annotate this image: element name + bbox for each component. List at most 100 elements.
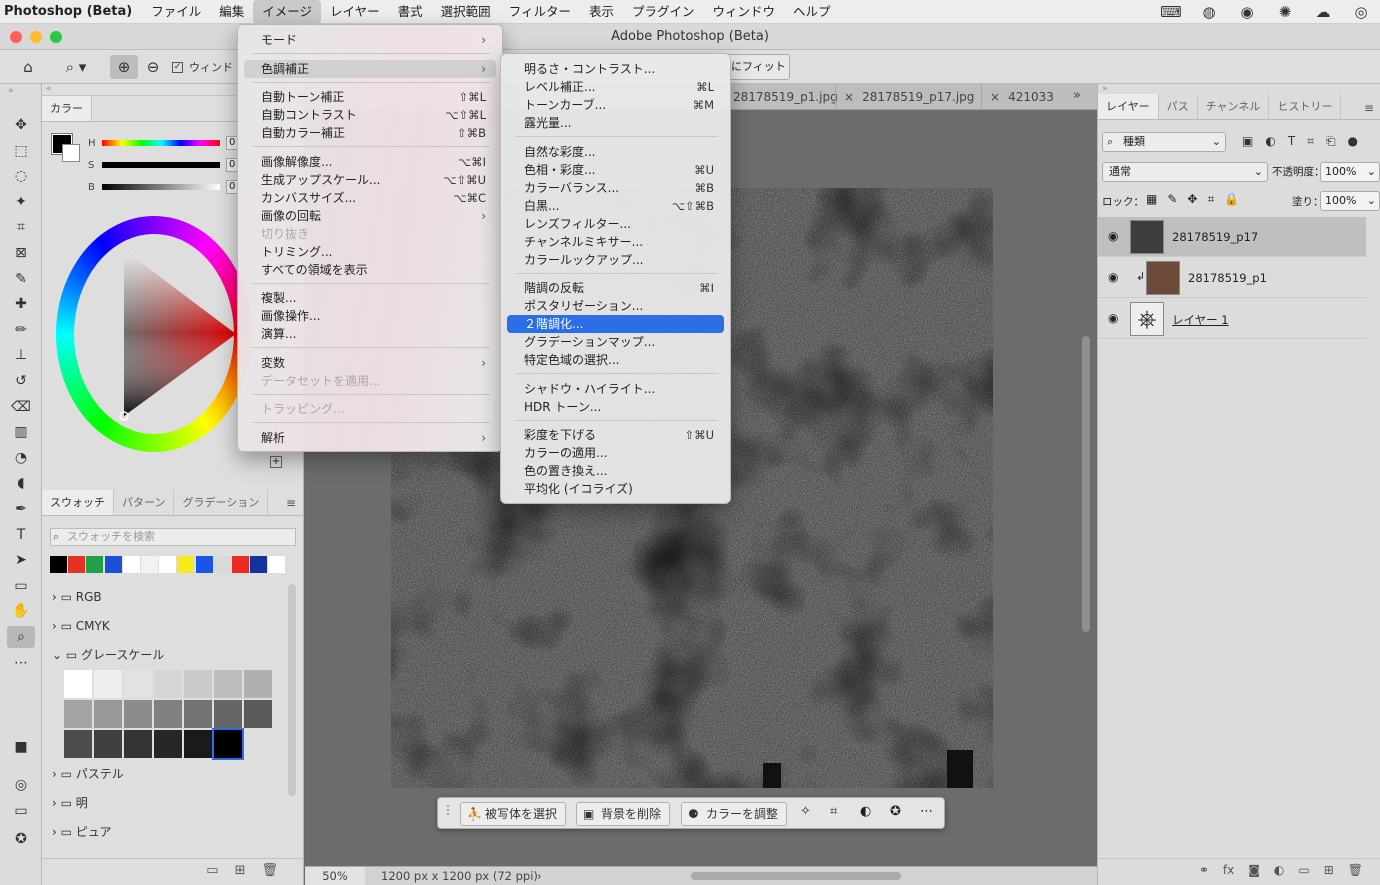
menu-item[interactable]: グラデーションマップ... xyxy=(507,333,724,351)
more-tools-icon[interactable]: ⋯ xyxy=(7,652,35,674)
menu-item[interactable]: トーンカーブ... ⌘M xyxy=(507,96,724,114)
swatch-scrollbar[interactable] xyxy=(288,584,296,796)
menubar-item[interactable]: フィルター xyxy=(500,0,580,24)
menu-item[interactable]: 明るさ・コントラスト... xyxy=(507,60,724,78)
select-subject-button[interactable]: ⛹ 被写体を選択 xyxy=(460,802,567,826)
menubar-item[interactable]: 編集 xyxy=(210,0,253,24)
menu-item[interactable]: 生成アップスケール... ⌥⇧⌘U xyxy=(244,171,496,189)
menu-item[interactable]: 複製... xyxy=(244,289,496,307)
menubar-item[interactable]: 選択範囲 xyxy=(432,0,500,24)
menu-item[interactable]: 白黒... ⌥⇧⌘B xyxy=(507,197,724,215)
swatch[interactable] xyxy=(50,556,67,573)
swatch-group[interactable]: › ▭ RGB xyxy=(52,587,102,607)
screen-mode-icon[interactable]: ▭ xyxy=(7,800,35,822)
gray-swatch[interactable] xyxy=(214,700,242,728)
control-icon[interactable]: ◎ xyxy=(1342,3,1380,21)
menu-item[interactable]: カラールックアップ... xyxy=(507,251,724,269)
menu-item[interactable]: 特定色域の選択... xyxy=(507,351,724,369)
layer-name[interactable]: 28178519_p17 xyxy=(1172,230,1258,244)
color-slider[interactable] xyxy=(102,140,220,146)
collapse-icon[interactable]: » xyxy=(0,84,41,98)
chevron-right-icon[interactable]: › xyxy=(52,767,61,781)
swatch-group[interactable]: › ▭ ピュア xyxy=(52,822,112,842)
layer-name[interactable]: 28178519_p1 xyxy=(1188,271,1267,285)
rectangle-tool-icon[interactable]: ▭ xyxy=(7,575,35,597)
chevron-right-icon[interactable]: › xyxy=(52,590,61,604)
layer-name[interactable]: レイヤー 1 xyxy=(1172,312,1229,328)
swatch[interactable] xyxy=(250,556,268,573)
dodge-tool-icon[interactable]: ◖ xyxy=(7,472,35,494)
gray-swatch[interactable] xyxy=(184,730,212,758)
adjustment-layer-icon[interactable]: ◐ xyxy=(1274,863,1284,885)
more-tabs-icon[interactable]: » xyxy=(1073,88,1081,103)
new-layer-icon[interactable]: ⊞ xyxy=(1324,863,1334,885)
magic-wand-icon[interactable]: ✦ xyxy=(7,191,35,213)
fg-color-icon[interactable]: ■ xyxy=(7,736,35,758)
clone-stamp-icon[interactable]: ⊥ xyxy=(7,344,35,366)
gray-swatch[interactable] xyxy=(184,700,212,728)
layer-row[interactable]: ◉ ⎈ レイヤー 1 xyxy=(1098,299,1366,339)
fill-input[interactable]: 100% ⌄ xyxy=(1320,191,1380,211)
shape-filter-icon[interactable]: ⌗ xyxy=(1307,134,1314,149)
tab-swatches[interactable]: スウォッチ xyxy=(42,490,114,515)
magic-icon[interactable]: ✧ xyxy=(800,804,811,819)
zoom-out-icon[interactable]: ⊖ xyxy=(139,55,167,79)
zoom-tool-icon[interactable]: ⌕ xyxy=(7,626,35,648)
chevron-right-icon[interactable]: › xyxy=(52,619,61,633)
swatch-group[interactable]: ⌄ ▭ グレースケール xyxy=(52,645,164,665)
eyedropper-icon[interactable]: ✎ xyxy=(7,268,35,290)
globe-icon[interactable]: ◍ xyxy=(1190,3,1228,21)
move-tool-icon[interactable]: ✥ xyxy=(7,114,35,136)
menu-item[interactable]: 平均化 (イコライズ) xyxy=(507,480,724,498)
gray-swatch[interactable] xyxy=(154,700,182,728)
hand-tool-icon[interactable]: ✋ xyxy=(7,600,35,622)
type-filter-icon[interactable]: T xyxy=(1288,134,1295,149)
lock-transparent-icon[interactable]: ▦ xyxy=(1146,192,1157,207)
menu-item[interactable]: トリミング... xyxy=(244,243,496,261)
menu-item[interactable]: カラーの適用... xyxy=(507,444,724,462)
doc-tab[interactable]: 28178519_p1.jpg xyxy=(725,84,846,110)
chevron-down-icon[interactable]: ⌄ xyxy=(52,648,66,662)
gray-swatch[interactable] xyxy=(154,730,182,758)
lock-position-icon[interactable]: ✥ xyxy=(1187,192,1197,207)
menubar-item[interactable]: プラグイン xyxy=(623,0,704,24)
swatch[interactable] xyxy=(86,556,104,573)
zoom-in-icon[interactable]: ⊕ xyxy=(110,55,138,79)
gray-swatch[interactable] xyxy=(212,728,244,760)
menu-item[interactable]: 階調の反転 ⌘I xyxy=(507,279,724,297)
healing-brush-icon[interactable]: ✚ xyxy=(7,293,35,315)
drag-handle-icon[interactable]: ⋮ xyxy=(442,803,454,817)
layer-row[interactable]: ◉ 28178519_p17 xyxy=(1098,217,1366,257)
menubar-item[interactable]: イメージ xyxy=(253,0,322,24)
transform-icon[interactable]: ⌗ xyxy=(830,804,837,819)
menubar-item[interactable]: ヘルプ xyxy=(784,0,840,24)
layer-filter-select[interactable]: ⌕ 種類 ⌄ xyxy=(1102,132,1226,152)
brush-tool-icon[interactable]: ✏ xyxy=(7,319,35,341)
menu-item[interactable]: 色の置き換え... xyxy=(507,462,724,480)
menubar-item[interactable]: ファイル xyxy=(142,0,210,24)
lock-pixels-icon[interactable]: ✎ xyxy=(1167,192,1177,207)
generative-icon[interactable]: ✪ xyxy=(7,828,35,850)
gray-swatch[interactable] xyxy=(124,700,152,728)
image-filter-icon[interactable]: ▣ xyxy=(1242,134,1253,149)
visibility-eye-icon[interactable]: ◉ xyxy=(1108,270,1118,284)
layer-row[interactable]: ◉ ↲ 28178519_p1 xyxy=(1098,258,1366,298)
adjust-color-button[interactable]: ⚈ カラーを調整 xyxy=(681,802,788,826)
close-icon[interactable]: × xyxy=(990,90,1000,104)
collapse-icon[interactable]: » xyxy=(1098,84,1380,94)
adjustment-filter-icon[interactable]: ◐ xyxy=(1265,134,1275,149)
mask-icon[interactable]: ◙ xyxy=(1248,863,1260,885)
mask-icon[interactable]: ◐ xyxy=(860,804,871,819)
swatch[interactable] xyxy=(104,556,122,573)
chevron-right-icon[interactable]: › xyxy=(537,867,542,885)
swatch[interactable] xyxy=(141,556,158,573)
menu-item[interactable]: 露光量... xyxy=(507,114,724,132)
doc-tab[interactable]: × 421033 xyxy=(981,84,1062,110)
type-tool-icon[interactable]: T xyxy=(7,524,35,546)
blur-tool-icon[interactable]: ◔ xyxy=(7,447,35,469)
lock-all-icon[interactable]: 🔒 xyxy=(1224,192,1239,207)
menu-item[interactable]: HDR トーン... xyxy=(507,398,724,416)
tab-layers[interactable]: レイヤー xyxy=(1098,94,1159,119)
zoom-level[interactable]: 50% xyxy=(305,867,365,885)
swatch[interactable] xyxy=(268,556,286,573)
